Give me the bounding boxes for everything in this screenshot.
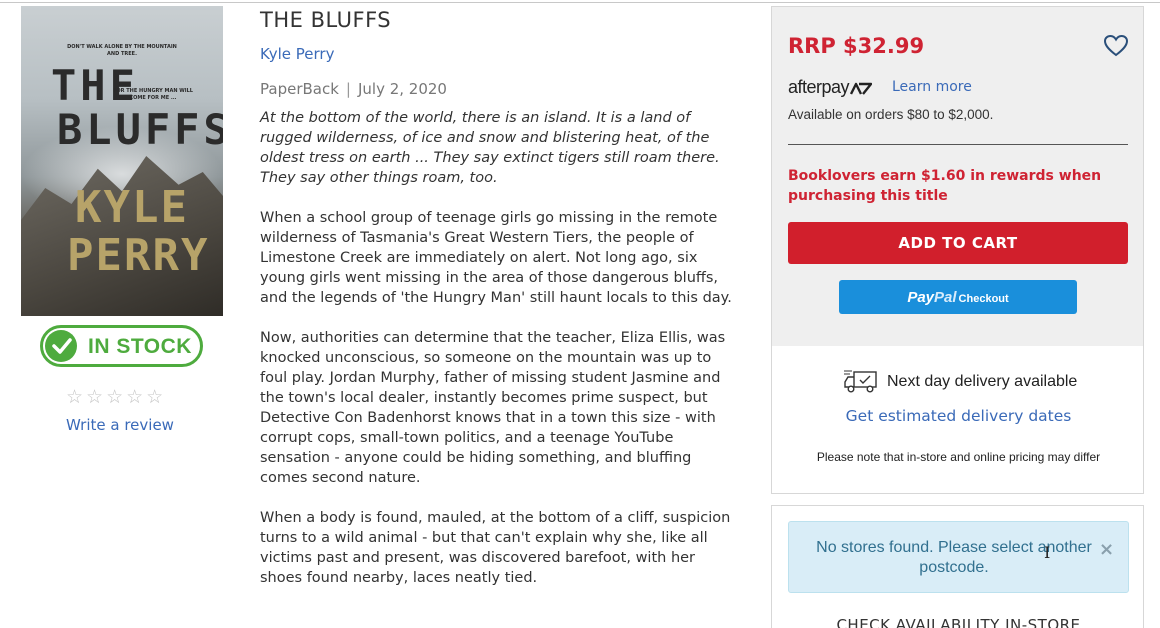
pricing-note: Please note that in-store and online pri… [816, 450, 1101, 464]
next-day-delivery-text: Next day delivery available [887, 373, 1078, 390]
afterpay-logo: afterpay [788, 77, 873, 98]
write-review-link[interactable]: Write a review [66, 416, 174, 434]
rewards-text: Booklovers earn $1.60 in rewards when pu… [788, 168, 1102, 204]
cover-title: THE BLUFFS [51, 61, 223, 154]
in-stock-label: IN STOCK [88, 335, 192, 358]
description-paragraph: When a body is found, mauled, at the bot… [260, 510, 731, 586]
divider [788, 144, 1128, 145]
description-paragraph: Now, authorities can determine that the … [260, 330, 726, 486]
text-cursor-icon: I [1044, 543, 1051, 562]
store-availability-panel: No stores found. Please select another p… [771, 505, 1144, 628]
afterpay-wordmark: afterpay [788, 77, 850, 97]
cover-tagline-top: DON'T WALK ALONE BY THE MOUNTAIN AND TRE… [67, 44, 177, 57]
price: RRP $32.99 [788, 34, 925, 58]
cover-title-line-2: BLUFFS [57, 105, 223, 154]
paypal-logo-2: Pal [934, 289, 957, 306]
check-icon [45, 330, 77, 362]
wishlist-heart-icon[interactable] [1103, 34, 1129, 62]
no-stores-alert: No stores found. Please select another p… [788, 521, 1129, 593]
paypal-checkout-button[interactable]: PayPal Checkout [839, 280, 1077, 314]
author-link[interactable]: Kyle Perry [260, 45, 334, 63]
meta-separator: | [345, 80, 351, 98]
publish-date: July 2, 2020 [357, 80, 447, 98]
purchase-panel: RRP $32.99 afterpay Learn more Available… [771, 6, 1144, 347]
close-icon[interactable]: × [1099, 539, 1114, 560]
book-format: PaperBack [260, 80, 339, 98]
book-meta: PaperBack | July 2, 2020 [260, 80, 447, 98]
cover-title-line-1: THE [51, 61, 139, 110]
afterpay-arrows-icon [849, 82, 873, 95]
description-paragraph: When a school group of teenage girls go … [260, 210, 732, 306]
add-to-cart-button[interactable]: ADD TO CART [788, 222, 1128, 264]
book-cover-image[interactable]: DON'T WALK ALONE BY THE MOUNTAIN AND TRE… [21, 6, 223, 316]
check-availability-button[interactable]: CHECK AVAILABILITY IN-STORE [772, 616, 1145, 628]
paypal-logo: PayPal [907, 289, 956, 306]
delivery-truck-icon [844, 370, 878, 398]
cover-author-line-2: PERRY [67, 230, 210, 281]
cover-tagline-mid: FOR THE HUNGRY MAN WILL COME FOR ME ... [113, 88, 193, 101]
afterpay-range: Available on orders $80 to $2,000. [788, 107, 994, 122]
paypal-logo-1: Pay [907, 289, 935, 306]
paypal-checkout-label: Checkout [958, 293, 1009, 305]
top-divider [0, 2, 1160, 3]
estimated-delivery-link[interactable]: Get estimated delivery dates [772, 407, 1145, 425]
book-description: At the bottom of the world, there is an … [260, 108, 735, 608]
in-stock-badge: IN STOCK [40, 325, 203, 367]
afterpay-learn-more-link[interactable]: Learn more [892, 79, 972, 95]
description-paragraph: At the bottom of the world, there is an … [260, 110, 720, 186]
delivery-panel: Next day delivery available Get estimate… [771, 346, 1144, 494]
rating-stars[interactable]: ☆☆☆☆☆ [66, 386, 166, 408]
book-title: THE BLUFFS [260, 8, 392, 32]
cover-author: KYLE PERRY [67, 182, 210, 281]
alert-message: No stores found. Please select another p… [816, 539, 1092, 576]
cover-author-line-1: KYLE [75, 182, 189, 233]
